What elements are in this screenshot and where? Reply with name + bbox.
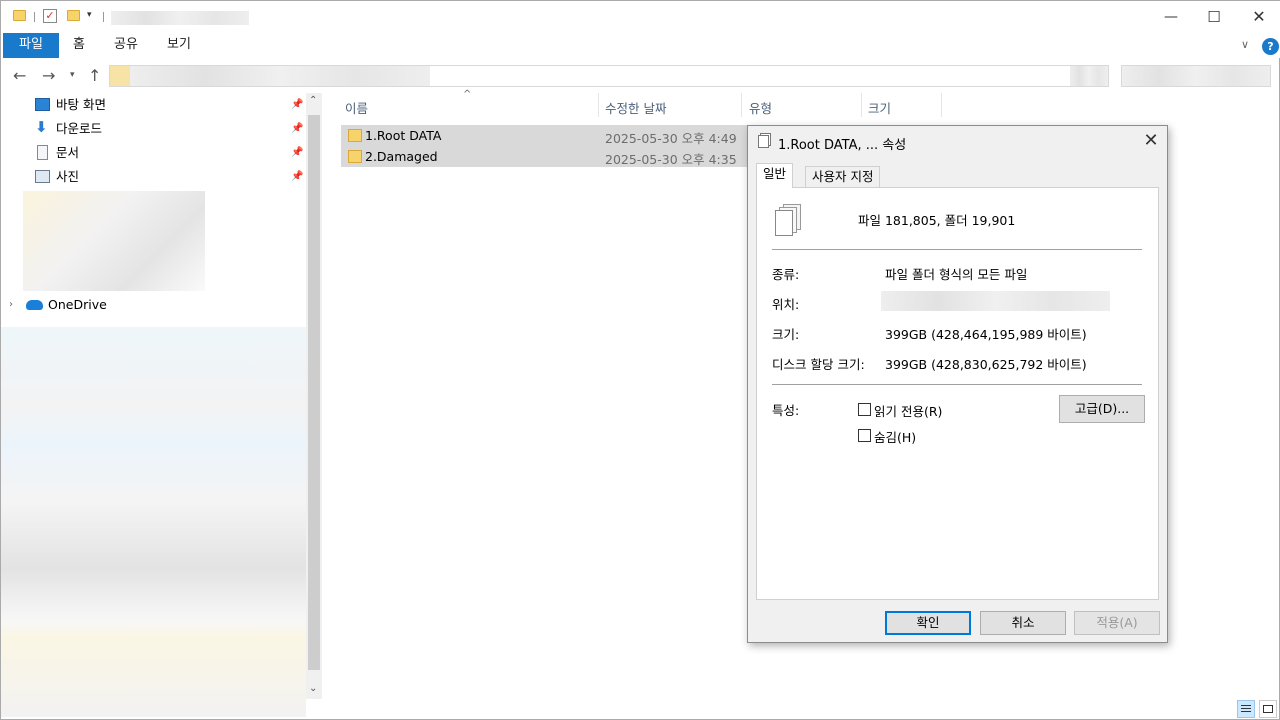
tab-file[interactable]: 파일 <box>3 33 59 58</box>
column-header-type[interactable]: 유형 <box>749 98 772 117</box>
nav-item-label: 다운로드 <box>56 121 103 136</box>
nav-item-label: 사진 <box>56 169 80 184</box>
recent-locations-icon[interactable]: ▾ <box>70 70 75 80</box>
selection-summary: 파일 181,805, 폴더 19,901 <box>858 213 1016 228</box>
size-label: 크기: <box>772 327 800 342</box>
redacted-tree <box>1 327 306 717</box>
file-name: 1.Root DATA <box>365 128 442 143</box>
folder-icon <box>348 150 362 163</box>
nav-item-label: 바탕 화면 <box>56 97 106 112</box>
tab-home[interactable]: 홈 <box>65 33 93 58</box>
separator <box>103 12 104 22</box>
help-icon[interactable]: ? <box>1262 38 1279 55</box>
location-label: 위치: <box>772 297 800 312</box>
hidden-label[interactable]: 숨김(H) <box>874 427 916 446</box>
dialog-title: 1.Root DATA, ... 속성 <box>778 138 907 153</box>
size-value: 399GB (428,464,195,989 바이트) <box>885 327 1087 342</box>
multiple-files-icon <box>758 135 769 148</box>
desktop-icon <box>35 98 50 111</box>
up-icon[interactable]: ↑ <box>88 66 101 85</box>
close-icon[interactable]: ✕ <box>1249 7 1269 27</box>
details-view-icon[interactable] <box>1237 700 1255 718</box>
picture-icon <box>35 170 50 183</box>
column-header-name[interactable]: 이름 <box>345 98 368 117</box>
maximize-icon[interactable]: ☐ <box>1204 7 1224 27</box>
properties-dialog: 1.Root DATA, ... 속성 ✕ 일반 사용자 지정 파일 181,8… <box>747 125 1168 643</box>
column-divider[interactable] <box>941 93 942 117</box>
folder-icon <box>110 66 130 86</box>
folder-icon <box>348 129 362 142</box>
column-divider[interactable] <box>598 93 599 117</box>
nav-item-label: 문서 <box>56 145 80 160</box>
file-date: 2025-05-30 오후 4:49 <box>605 131 737 146</box>
ribbon: 파일 홈 공유 보기 ∨ ? <box>1 33 1280 58</box>
document-icon <box>37 145 48 160</box>
onedrive-icon <box>26 300 43 310</box>
new-folder-icon[interactable] <box>67 10 80 21</box>
pin-icon[interactable]: 📌 <box>291 99 303 110</box>
readonly-checkbox[interactable] <box>858 403 871 416</box>
title-bar: ✓ ▾ — ☐ ✕ <box>1 1 1280 33</box>
scroll-down-icon[interactable]: ⌄ <box>309 683 317 694</box>
properties-icon[interactable]: ✓ <box>43 9 57 23</box>
path-redacted <box>130 66 430 86</box>
general-panel: 파일 181,805, 폴더 19,901 종류: 파일 폴더 형식의 모든 파… <box>756 187 1159 600</box>
folder-icon <box>13 10 26 21</box>
large-icons-view-icon[interactable] <box>1259 700 1277 718</box>
file-date: 2025-05-30 오후 4:35 <box>605 152 737 167</box>
size-on-disk-value: 399GB (428,830,625,792 바이트) <box>885 357 1087 372</box>
tab-customize[interactable]: 사용자 지정 <box>805 166 881 188</box>
pin-icon[interactable]: 📌 <box>291 171 303 182</box>
refresh-redacted[interactable] <box>1070 66 1108 86</box>
column-header-date[interactable]: 수정한 날짜 <box>605 98 666 117</box>
nav-item-onedrive[interactable]: OneDrive <box>48 297 107 312</box>
scrollbar[interactable]: ⌃ ⌄ <box>306 93 322 699</box>
minimize-icon[interactable]: — <box>1161 7 1181 27</box>
table-row[interactable]: 1.Root DATA 2025-05-30 오후 4:49 <box>341 125 751 146</box>
column-header-size[interactable]: 크기 <box>868 98 891 117</box>
hidden-checkbox[interactable] <box>858 429 871 442</box>
navigation-pane: 바탕 화면 📌 ⬇ 다운로드 📌 문서 📌 사진 📌 › OneDrive ⌃ … <box>1 93 323 717</box>
back-icon[interactable]: ← <box>13 66 26 85</box>
sort-ascending-icon: ^ <box>463 89 472 100</box>
expand-ribbon-icon[interactable]: ∨ <box>1241 38 1249 51</box>
location-value-redacted <box>881 291 1110 311</box>
scroll-thumb[interactable] <box>308 115 320 670</box>
close-icon[interactable]: ✕ <box>1141 130 1161 151</box>
attributes-label: 특성: <box>772 403 800 418</box>
forward-icon[interactable]: → <box>42 66 55 85</box>
multiple-files-icon <box>775 204 801 236</box>
column-divider[interactable] <box>741 93 742 117</box>
tab-view[interactable]: 보기 <box>161 33 197 58</box>
type-label: 종류: <box>772 267 800 282</box>
window-title-redacted <box>111 11 249 25</box>
table-row[interactable]: 2.Damaged 2025-05-30 오후 4:35 <box>341 146 751 167</box>
customize-quick-access-icon[interactable]: ▾ <box>87 10 92 20</box>
address-bar: ← → ▾ ↑ <box>1 62 1280 90</box>
cancel-button[interactable]: 취소 <box>980 611 1066 635</box>
type-value: 파일 폴더 형식의 모든 파일 <box>885 267 1028 282</box>
readonly-label[interactable]: 읽기 전용(R) <box>874 401 942 420</box>
divider <box>772 249 1142 250</box>
pin-icon[interactable]: 📌 <box>291 147 303 158</box>
file-name: 2.Damaged <box>365 149 438 164</box>
search-redacted <box>1122 66 1270 86</box>
file-explorer-window: ✓ ▾ — ☐ ✕ 파일 홈 공유 보기 ∨ ? ← → ▾ ↑ 바탕 화면 📌… <box>0 0 1280 720</box>
path-input[interactable] <box>109 65 1109 87</box>
search-input[interactable] <box>1121 65 1271 87</box>
scroll-up-icon[interactable]: ⌃ <box>309 95 317 106</box>
ok-button[interactable]: 확인 <box>885 611 971 635</box>
divider <box>772 384 1142 385</box>
expand-chevron-icon[interactable]: › <box>9 299 13 310</box>
download-icon: ⬇ <box>35 118 48 136</box>
tab-share[interactable]: 공유 <box>108 33 144 58</box>
separator <box>34 12 35 22</box>
tab-general[interactable]: 일반 <box>756 163 794 188</box>
column-divider[interactable] <box>861 93 862 117</box>
advanced-button[interactable]: 고급(D)... <box>1059 395 1145 423</box>
apply-button[interactable]: 적용(A) <box>1074 611 1160 635</box>
size-on-disk-label: 디스크 할당 크기: <box>772 357 865 372</box>
redacted-items <box>23 191 205 291</box>
pin-icon[interactable]: 📌 <box>291 123 303 134</box>
